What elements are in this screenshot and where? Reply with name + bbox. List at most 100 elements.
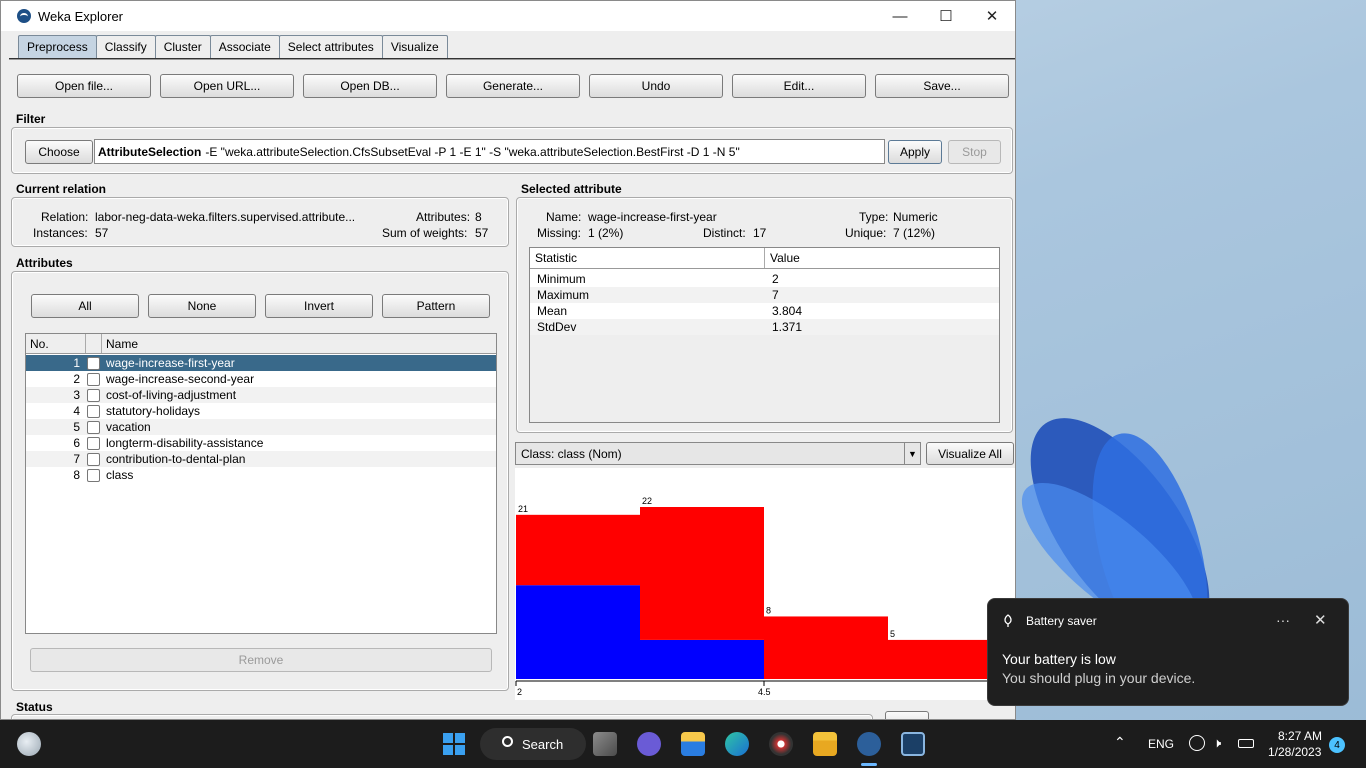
sel-unique-label: Unique: [845, 226, 887, 240]
clock-time[interactable]: 8:27 AM [1278, 729, 1322, 743]
select-none-button[interactable]: None [148, 294, 256, 318]
class-select-value: Class: class (Nom) [521, 446, 622, 461]
row-checkbox[interactable] [86, 388, 100, 402]
row-no: 3 [73, 388, 80, 402]
battery-icon[interactable] [1238, 739, 1254, 748]
select-all-button[interactable]: All [31, 294, 139, 318]
open-file-button[interactable]: Open file... [17, 74, 151, 98]
attributes-count-value: 8 [475, 210, 482, 224]
weka-taskbar-icon[interactable] [857, 732, 881, 756]
invert-selection-button[interactable]: Invert [265, 294, 373, 318]
statistics-table: Statistic Value Minimum 2 Maximum 7 Mean… [529, 247, 1000, 423]
tab-cluster[interactable]: Cluster [154, 35, 211, 58]
tab-visualize[interactable]: Visualize [381, 35, 448, 58]
chevron-up-icon[interactable]: ⌃ [1114, 734, 1126, 751]
col-no[interactable]: No. [26, 334, 86, 353]
volume-muted-icon[interactable]: 🕨 [1213, 735, 1221, 751]
choose-filter-button[interactable]: Choose [25, 140, 93, 164]
tab-select-attributes[interactable]: Select attributes [278, 35, 383, 58]
sum-weights-label: Sum of weights: [382, 226, 468, 240]
table-row[interactable]: 5 vacation [26, 419, 496, 435]
bar-count-label: 5 [890, 629, 895, 639]
save-button[interactable]: Save... [875, 74, 1009, 98]
visualize-all-button[interactable]: Visualize All [926, 442, 1014, 465]
chat-icon[interactable] [637, 732, 661, 756]
tab-preprocess[interactable]: Preprocess [18, 35, 97, 58]
language-indicator[interactable]: ENG [1148, 737, 1174, 751]
statistics-table-header: Statistic Value [530, 248, 999, 269]
instances-label: Instances: [33, 226, 88, 240]
col-name[interactable]: Name [102, 334, 496, 353]
weather-icon[interactable] [17, 732, 41, 756]
col-checkbox[interactable] [86, 334, 102, 353]
table-row[interactable]: 1 wage-increase-first-year [26, 355, 496, 371]
remove-button[interactable]: Remove [30, 648, 492, 672]
filter-options: -E "weka.attributeSelection.CfsSubsetEva… [205, 144, 740, 159]
clock-date[interactable]: 1/28/2023 [1268, 745, 1321, 759]
row-name: cost-of-living-adjustment [106, 388, 237, 402]
spider-app-icon[interactable] [769, 732, 793, 756]
remote-app-icon[interactable] [901, 732, 925, 756]
row-checkbox[interactable] [86, 356, 100, 370]
active-app-indicator [861, 763, 877, 766]
apply-button[interactable]: Apply [888, 140, 942, 164]
pattern-button[interactable]: Pattern [382, 294, 490, 318]
title-bar[interactable]: Weka Explorer — ☐ ✕ [1, 1, 1015, 31]
col-statistic[interactable]: Statistic [530, 248, 765, 268]
search-label: Search [522, 736, 564, 752]
chevron-down-icon[interactable]: ▼ [904, 443, 920, 464]
attributes-section-title: Attributes [16, 256, 73, 270]
stat-value: 7 [772, 288, 779, 302]
class-select[interactable]: Class: class (Nom) ▼ [515, 442, 921, 465]
stop-button[interactable]: Stop [948, 140, 1001, 164]
tab-associate[interactable]: Associate [209, 35, 280, 58]
sum-weights-value: 57 [475, 226, 489, 240]
tab-classify[interactable]: Classify [95, 35, 156, 58]
start-windows-icon[interactable] [442, 732, 466, 756]
network-icon[interactable] [1189, 735, 1205, 751]
minimize-button[interactable]: — [877, 1, 923, 31]
table-row[interactable]: 7 contribution-to-dental-plan [26, 451, 496, 467]
store-icon[interactable] [681, 732, 705, 756]
edge-icon[interactable] [725, 732, 749, 756]
row-name: wage-increase-second-year [106, 372, 255, 386]
table-row[interactable]: 8 class [26, 467, 496, 483]
table-row[interactable]: 2 wage-increase-second-year [26, 371, 496, 387]
open-db-button[interactable]: Open DB... [303, 74, 437, 98]
maximize-button[interactable]: ☐ [923, 1, 969, 31]
row-checkbox[interactable] [86, 404, 100, 418]
generate-button[interactable]: Generate... [446, 74, 580, 98]
filter-spec-field[interactable]: AttributeSelection -E "weka.attributeSel… [94, 139, 885, 164]
notification-badge[interactable]: 4 [1329, 737, 1345, 753]
edit-button[interactable]: Edit... [732, 74, 866, 98]
log-button[interactable] [885, 711, 929, 719]
table-row[interactable]: 6 longterm-disability-assistance [26, 435, 496, 451]
undo-button[interactable]: Undo [589, 74, 723, 98]
stat-name: StdDev [537, 320, 577, 334]
close-icon[interactable]: ✕ [1314, 611, 1327, 629]
toast-title: Your battery is low [1002, 651, 1116, 667]
battery-saver-toast[interactable]: Battery saver ··· ✕ Your battery is low … [987, 598, 1349, 706]
more-options-icon[interactable]: ··· [1276, 612, 1290, 628]
table-row[interactable]: 4 statutory-holidays [26, 403, 496, 419]
bar-count-label: 21 [518, 504, 528, 514]
row-checkbox[interactable] [86, 452, 100, 466]
table-row[interactable]: 3 cost-of-living-adjustment [26, 387, 496, 403]
row-checkbox[interactable] [86, 436, 100, 450]
row-checkbox[interactable] [86, 420, 100, 434]
histogram-tick-label: 4.5 [758, 687, 771, 697]
file-explorer-icon[interactable] [813, 732, 837, 756]
row-name: vacation [106, 420, 151, 434]
taskbar-search[interactable]: Search [480, 728, 586, 760]
open-url-button[interactable]: Open URL... [160, 74, 294, 98]
stat-value: 1.371 [772, 320, 803, 334]
col-value[interactable]: Value [765, 248, 999, 268]
weka-explorer-window: Weka Explorer — ☐ ✕ Preprocess Classify … [0, 0, 1016, 720]
close-button[interactable]: ✕ [969, 1, 1015, 31]
task-view-icon[interactable] [593, 732, 617, 756]
sel-missing-value: 1 (2%) [588, 226, 624, 240]
row-checkbox[interactable] [86, 372, 100, 386]
row-checkbox[interactable] [86, 468, 100, 482]
toast-header: Battery saver [1002, 614, 1097, 628]
sel-name-value: wage-increase-first-year [588, 210, 717, 224]
